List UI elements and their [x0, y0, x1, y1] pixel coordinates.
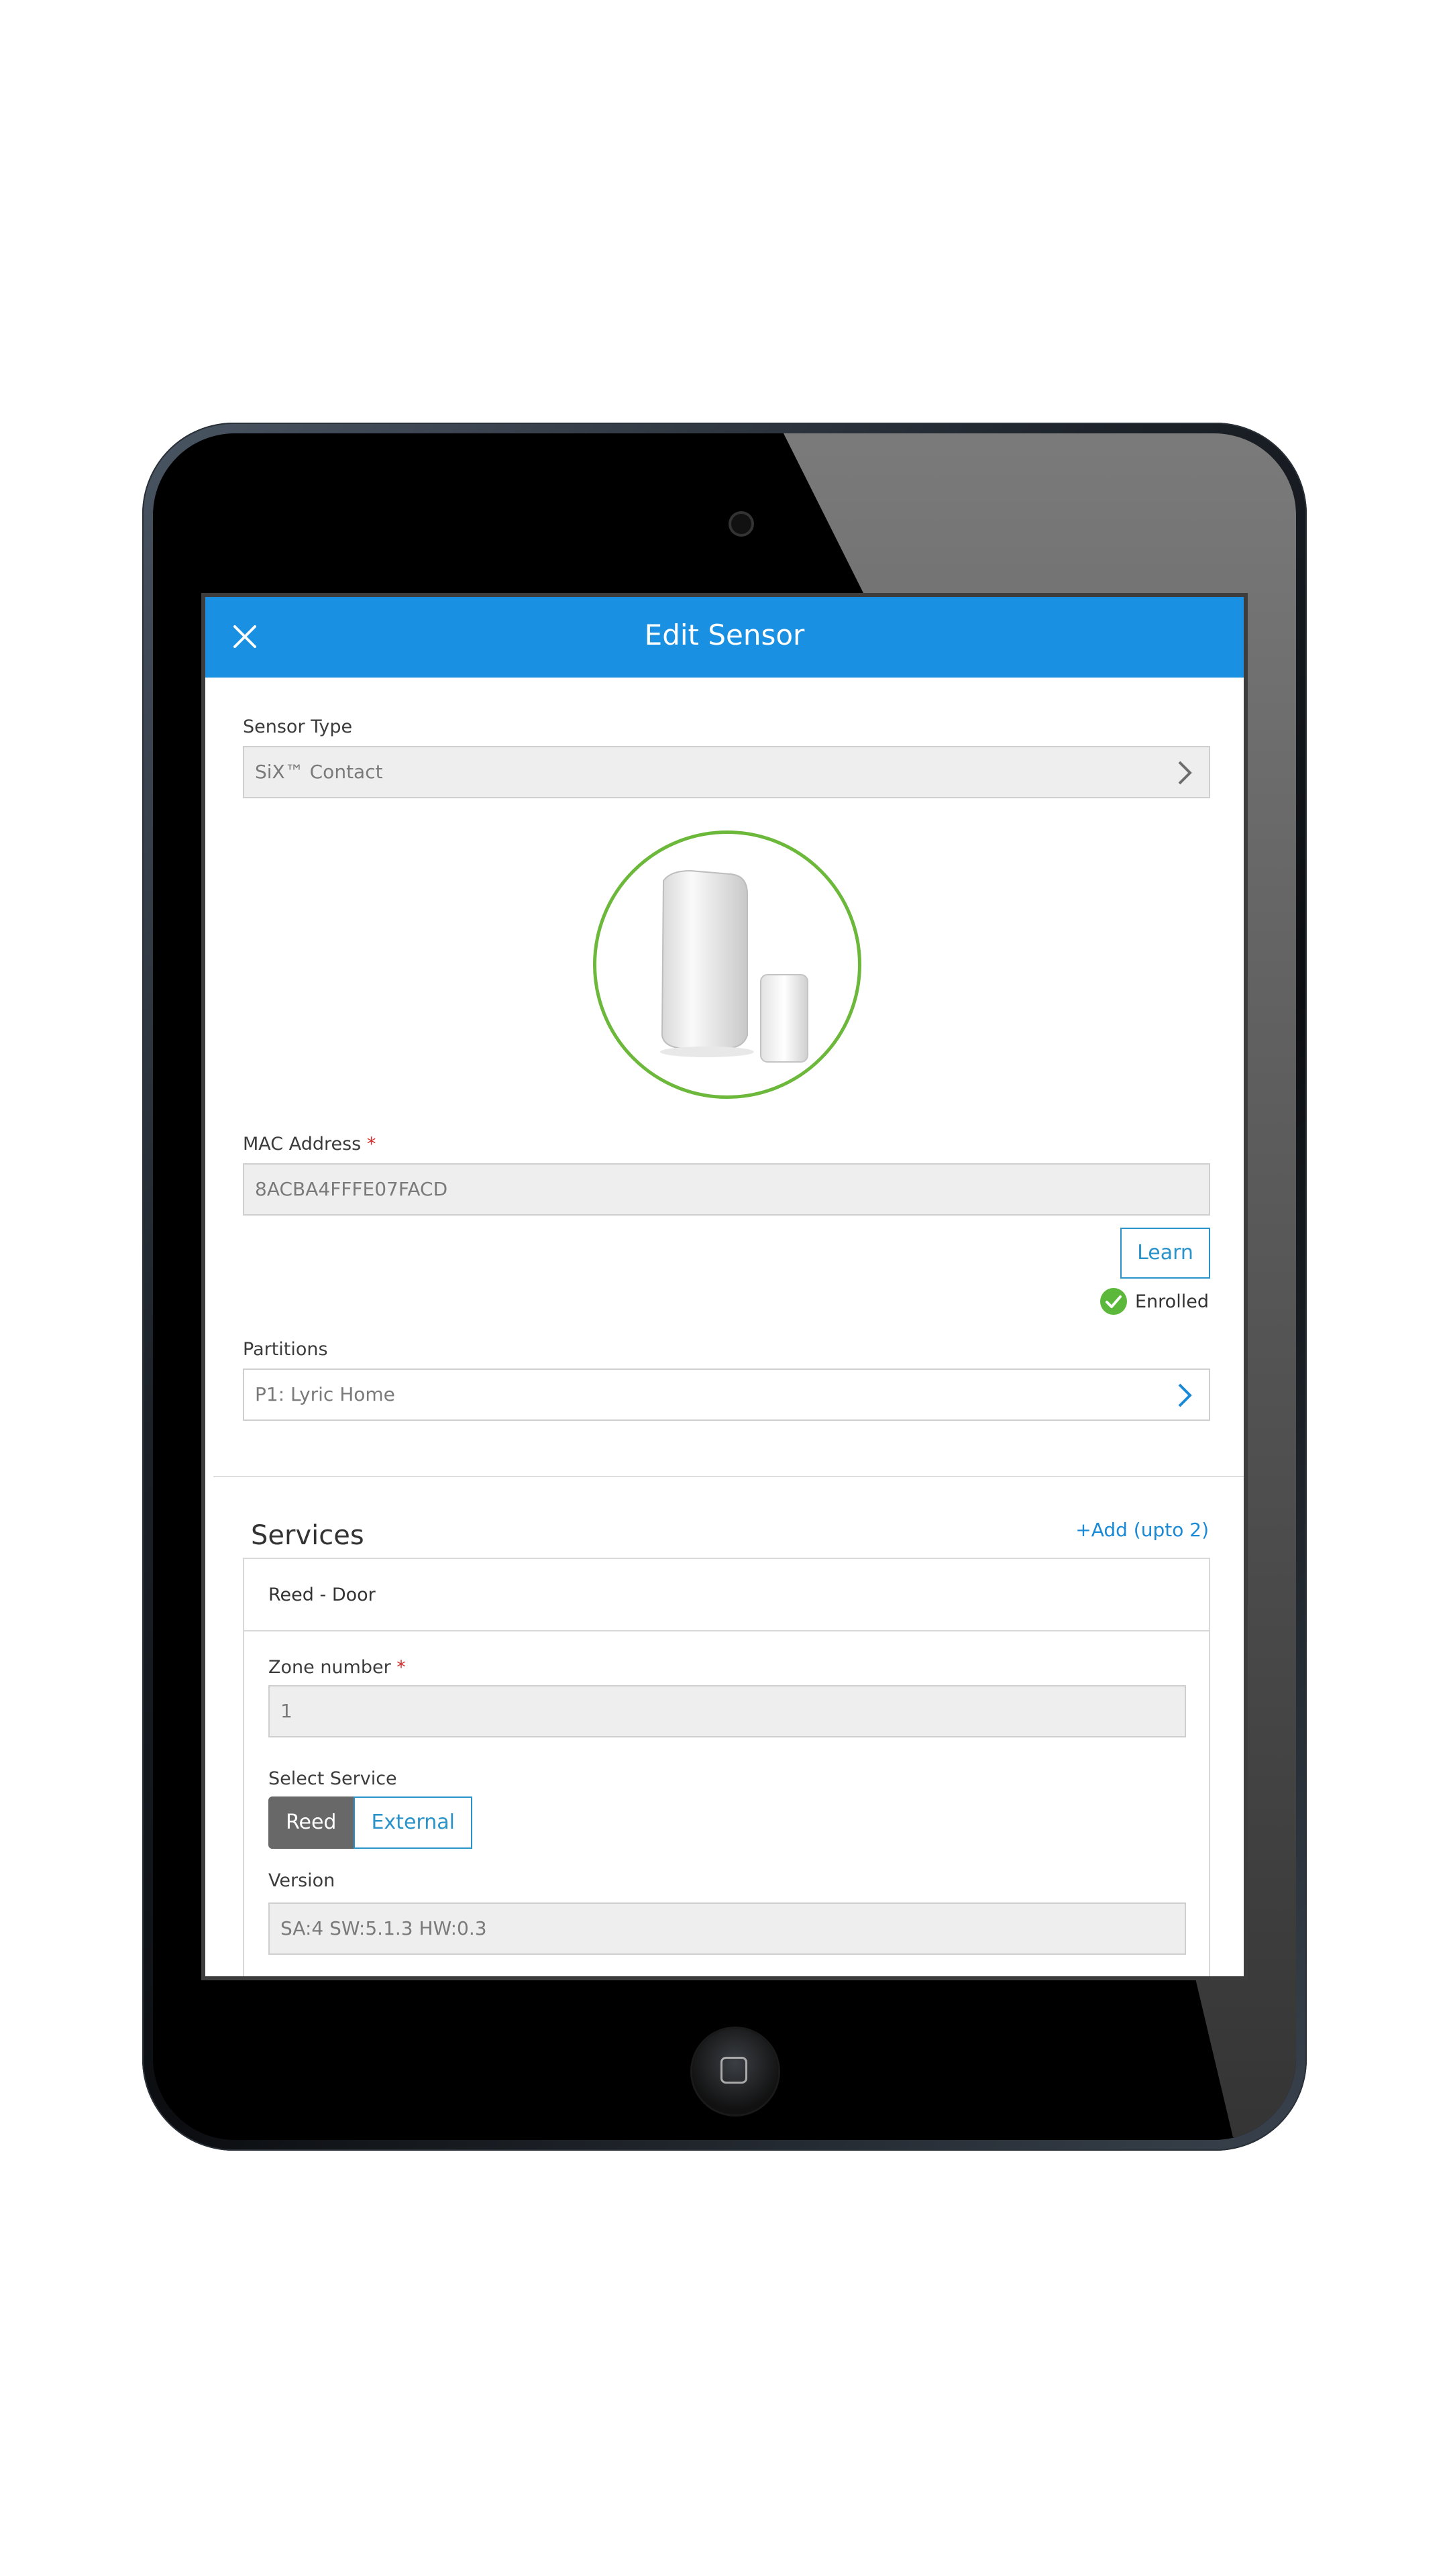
sensor-type-field[interactable]: SiX™ Contact [243, 746, 1210, 798]
section-divider [213, 1476, 1244, 1477]
home-button-icon [720, 2057, 747, 2084]
version-value: SA:4 SW:5.1.3 HW:0.3 [280, 1917, 487, 1939]
sensor-image [593, 830, 861, 1099]
enrolled-text: Enrolled [1135, 1291, 1209, 1312]
sensor-type-label: Sensor Type [243, 716, 353, 737]
version-label: Version [268, 1870, 335, 1891]
mac-address-label-text: MAC Address [243, 1134, 362, 1155]
app-screen: Edit Sensor Sensor Type SiX™ Contact MAC [201, 593, 1248, 1980]
contact-sensor-illustration [660, 869, 808, 1063]
service-name: Reed - Door [244, 1559, 1209, 1631]
add-service-link[interactable]: +Add (upto 2) [1075, 1519, 1209, 1541]
enrolled-status: Enrolled [1100, 1288, 1209, 1315]
sensor-type-value: SiX™ Contact [255, 761, 383, 783]
app-bar: Edit Sensor [205, 597, 1244, 678]
version-field: SA:4 SW:5.1.3 HW:0.3 [268, 1902, 1186, 1955]
service-option-reed[interactable]: Reed [268, 1796, 354, 1849]
partitions-value: P1: Lyric Home [255, 1383, 395, 1405]
zone-number-value: 1 [280, 1700, 292, 1722]
page-title: Edit Sensor [644, 619, 805, 651]
front-camera [731, 514, 751, 534]
service-option-external[interactable]: External [354, 1796, 472, 1849]
zone-number-label: Zone number * [268, 1657, 406, 1678]
home-button[interactable] [692, 2029, 778, 2114]
zone-number-field[interactable]: 1 [268, 1685, 1186, 1737]
service-card: Reed - Door Zone number * 1 Select Servi… [243, 1558, 1210, 1976]
mac-address-label: MAC Address * [243, 1134, 376, 1155]
learn-button[interactable]: Learn [1120, 1228, 1210, 1279]
service-type-selector: Reed External [268, 1796, 472, 1849]
partitions-field[interactable]: P1: Lyric Home [243, 1368, 1210, 1421]
required-mark: * [396, 1657, 406, 1678]
services-heading: Services [251, 1520, 364, 1551]
chevron-right-icon [1178, 1383, 1192, 1407]
zone-number-label-text: Zone number [268, 1657, 391, 1678]
mac-address-field[interactable]: 8ACBA4FFFE07FACD [243, 1163, 1210, 1216]
select-service-label: Select Service [268, 1768, 397, 1789]
mac-address-value: 8ACBA4FFFE07FACD [255, 1178, 448, 1200]
check-circle-icon [1100, 1288, 1127, 1315]
chevron-right-icon [1178, 761, 1192, 785]
partitions-label: Partitions [243, 1339, 328, 1360]
required-mark: * [366, 1134, 376, 1155]
